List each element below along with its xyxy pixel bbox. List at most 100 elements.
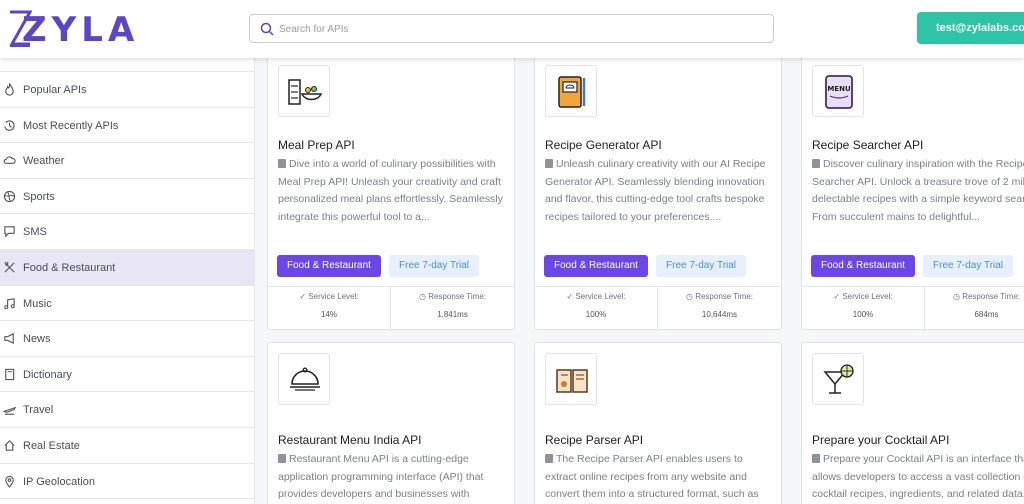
sidebar-item-label: Travel	[23, 404, 54, 417]
clock-icon: ◷	[418, 292, 429, 301]
card-description: The Recipe Parser API enables users to e…	[545, 451, 777, 504]
sidebar-item-label: Popular APIs	[23, 84, 87, 96]
location-icon	[5, 475, 14, 488]
category-tag[interactable]: Food & Restaurant	[811, 255, 915, 277]
book-icon	[5, 368, 15, 380]
response-time-value: 1,841ms	[437, 310, 468, 319]
service-level-value: 100%	[585, 310, 607, 319]
document-icon	[812, 159, 820, 168]
sidebar-item-label: Sports	[23, 190, 55, 203]
card-stats: ✓ Service Level: 14% ◷ Response Time: 1,…	[268, 286, 514, 332]
megaphone-icon	[4, 333, 14, 345]
response-time-stat: ◷ Response Time: 10,644ms	[658, 287, 781, 332]
card-description-text: Discover culinary inspiration with the R…	[812, 158, 1024, 223]
cloche-icon	[278, 353, 330, 405]
search-icon	[260, 22, 274, 36]
sidebar-item-music[interactable]: Music	[0, 286, 254, 322]
card-stats: ✓ Service Level: 100% ◷ Response Time: 1…	[535, 286, 781, 332]
api-card-prepare-your-cocktail[interactable]: Prepare your Cocktail API Prepare your C…	[801, 342, 1024, 504]
service-level-label: Service Level:	[575, 292, 626, 301]
response-time-stat: ◷ Response Time: 1,841ms	[391, 287, 514, 332]
card-description-text: Restaurant Menu API is a cutting-edge ap…	[278, 453, 484, 501]
response-time-label-row: ◷ Response Time:	[391, 292, 514, 301]
menu-card-icon: MENU	[812, 65, 864, 117]
service-level-label: Service Level:	[842, 292, 893, 301]
check-icon: ✓	[566, 292, 576, 301]
card-stats: ✓ Service Level: 100% ◷ Response Time: 6…	[802, 286, 1024, 332]
card-title[interactable]: Restaurant Menu India API	[278, 433, 421, 447]
sidebar-item-popular-apis[interactable]: Popular APIs	[0, 72, 254, 108]
clock-icon: ◷	[685, 292, 696, 301]
check-icon: ✓	[833, 292, 843, 301]
trial-badge[interactable]: Free 7-day Trial	[389, 255, 480, 277]
service-level-label-row: ✓ Service Level:	[802, 292, 924, 301]
api-card-meal-prep[interactable]: Meal Prep API Dive into a world of culin…	[267, 58, 515, 332]
api-card-grid: Meal Prep API Dive into a world of culin…	[255, 58, 1024, 504]
document-icon	[545, 454, 553, 463]
history-icon	[4, 120, 15, 131]
trial-badge[interactable]: Free 7-day Trial	[656, 255, 747, 277]
sidebar-divider	[0, 58, 254, 72]
sidebar-item-travel[interactable]: Travel	[0, 392, 254, 428]
card-description: Discover culinary inspiration with the R…	[812, 156, 1024, 226]
sidebar-item-label: Food & Restaurant	[23, 261, 116, 274]
sidebar-item-news[interactable]: News	[0, 321, 254, 357]
fire-icon	[5, 83, 14, 96]
sidebar-item-label: Most Recently APIs	[23, 119, 119, 132]
service-level-label: Service Level:	[308, 292, 359, 301]
sidebar-item-most-recently-apis[interactable]: Most Recently APIs	[0, 108, 254, 144]
card-description: Prepare your Cocktail API is an interfac…	[812, 451, 1024, 504]
meal-prep-icon	[278, 65, 330, 117]
zyla-logo[interactable]: ZYLA	[4, 4, 134, 50]
card-description: Unleash culinary creativity with our AI …	[545, 156, 777, 226]
utensils-icon	[4, 261, 15, 273]
card-title[interactable]: Meal Prep API	[278, 138, 355, 152]
search-bar[interactable]	[249, 14, 774, 43]
category-tag[interactable]: Food & Restaurant	[277, 255, 381, 277]
document-icon	[545, 159, 553, 168]
api-card-recipe-generator[interactable]: Recipe Generator API Unleash culinary cr…	[534, 58, 782, 332]
card-description-text: Prepare your Cocktail API is an interfac…	[812, 453, 1024, 501]
sidebar-item-label: SMS	[23, 226, 47, 239]
category-tag[interactable]: Food & Restaurant	[544, 255, 648, 277]
sidebar-item-label: Real Estate	[23, 439, 80, 452]
open-recipe-book-icon	[545, 353, 597, 405]
card-title[interactable]: Recipe Parser API	[545, 433, 643, 447]
card-title[interactable]: Prepare your Cocktail API	[812, 433, 949, 447]
card-description-text: Dive into a world of culinary possibilit…	[278, 158, 503, 223]
response-time-value: 10,644ms	[701, 310, 738, 319]
service-level-value: 14%	[320, 310, 337, 319]
svg-text:MENU: MENU	[827, 85, 851, 93]
sidebar-item-food-restaurant[interactable]: Food & Restaurant	[0, 249, 254, 286]
document-icon	[278, 454, 286, 463]
sidebar-item-label: IP Geolocation	[23, 475, 95, 488]
search-input[interactable]	[279, 21, 759, 37]
sidebar-item-sports[interactable]: Sports	[0, 179, 254, 215]
trial-badge[interactable]: Free 7-day Trial	[923, 255, 1014, 277]
sidebar-item-dictionary[interactable]: Dictionary	[0, 357, 254, 393]
clock-icon: ◷	[952, 292, 963, 301]
sidebar-item-real-estate[interactable]: Real Estate	[0, 428, 254, 464]
sidebar-item-label: Music	[23, 297, 52, 310]
card-title[interactable]: Recipe Generator API	[545, 138, 662, 152]
card-description: Restaurant Menu API is a cutting-edge ap…	[278, 451, 510, 504]
sidebar-item-ip-geolocation[interactable]: IP Geolocation	[0, 464, 254, 500]
api-card-recipe-searcher[interactable]: MENU Recipe Searcher API Discover culina…	[801, 58, 1024, 332]
api-card-restaurant-menu-india[interactable]: Restaurant Menu India API Restaurant Men…	[267, 342, 515, 504]
user-account-button[interactable]: test@zylalabs.com	[917, 12, 1024, 44]
ball-icon	[3, 190, 16, 202]
api-card-recipe-parser[interactable]: Recipe Parser API The Recipe Parser API …	[534, 342, 782, 504]
card-title[interactable]: Recipe Searcher API	[812, 138, 923, 152]
service-level-label-row: ✓ Service Level:	[268, 292, 390, 301]
logo-text: ZYLA	[22, 10, 140, 50]
card-description-text: Unleash culinary creativity with our AI …	[545, 158, 766, 223]
service-level-stat: ✓ Service Level: 100%	[535, 287, 658, 332]
sidebar-item-weather[interactable]: Weather	[0, 143, 254, 179]
sidebar-item-sms[interactable]: SMS	[0, 214, 254, 250]
response-time-stat: ◷ Response Time: 684ms	[925, 287, 1024, 332]
sidebar-item-label: News	[23, 333, 51, 346]
response-time-label: Response Time:	[695, 292, 753, 301]
card-description-text: The Recipe Parser API enables users to e…	[545, 453, 759, 501]
top-header: ZYLA test@zylalabs.com	[0, 0, 1024, 58]
service-level-label-row: ✓ Service Level:	[535, 292, 657, 301]
